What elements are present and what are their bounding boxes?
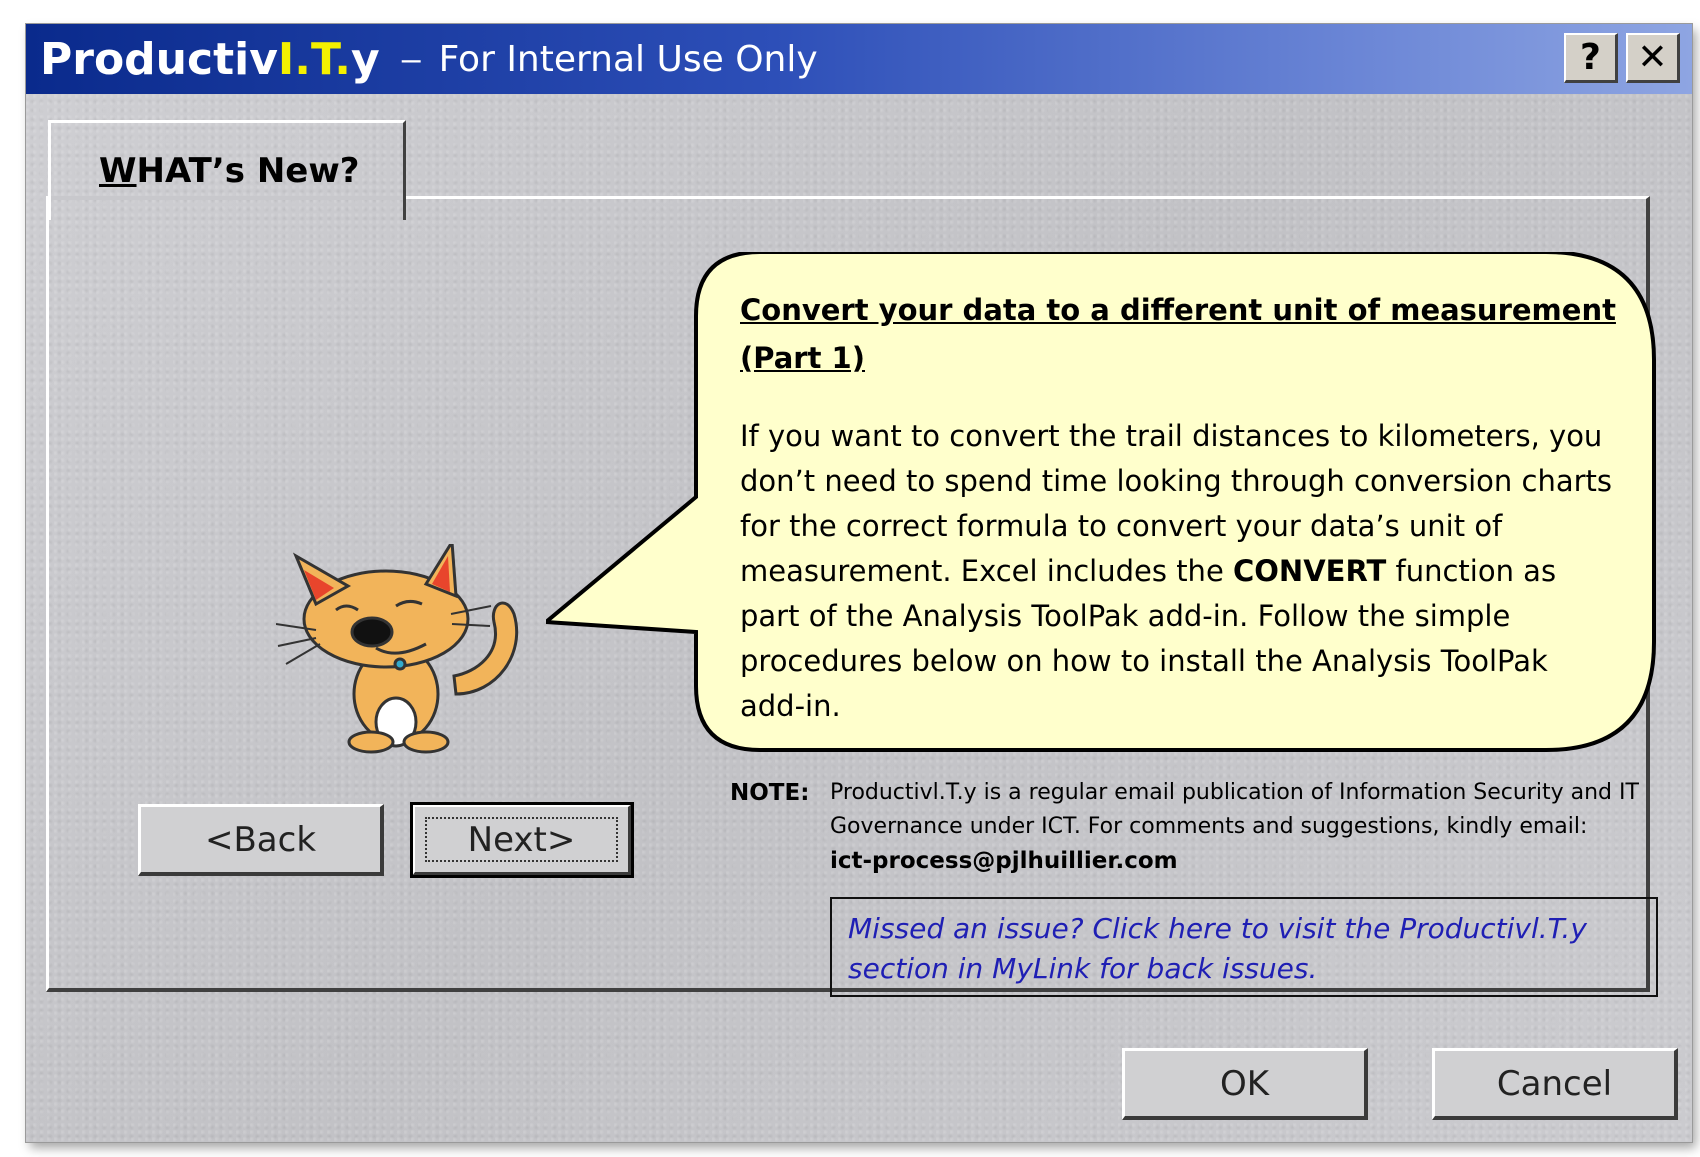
cancel-button-label: Cancel	[1496, 1063, 1613, 1104]
back-button-label: <Back	[204, 819, 317, 860]
brand-suffix: y	[351, 33, 380, 85]
bubble-body: If you want to convert the trail distanc…	[740, 414, 1620, 729]
brand-logo: ProductivI.T.y	[40, 34, 380, 85]
brand-prefix: Productiv	[40, 33, 278, 85]
back-button[interactable]: <Back	[138, 804, 384, 876]
bubble-heading: Convert your data to a different unit of…	[740, 293, 1616, 375]
tab-whats-new[interactable]: WHAT’s New?	[48, 120, 406, 220]
help-icon: ?	[1580, 37, 1601, 78]
close-button[interactable]: ✕	[1626, 33, 1680, 83]
focus-ring	[425, 817, 618, 862]
note-email[interactable]: ict-process@pjlhuillier.com	[830, 848, 1178, 874]
cancel-button[interactable]: Cancel	[1432, 1048, 1678, 1120]
dialog-window: ProductivI.T.y – For Internal Use Only ?…	[26, 24, 1692, 1142]
app-title: ProductivI.T.y – For Internal Use Only	[40, 32, 818, 86]
title-bar: ProductivI.T.y – For Internal Use Only ?…	[26, 24, 1692, 94]
note-body: Productivl.T.y is a regular email public…	[830, 780, 1639, 839]
bubble-body-bold: CONVERT	[1233, 554, 1387, 588]
note-text: Productivl.T.y is a regular email public…	[830, 776, 1658, 879]
ok-button[interactable]: OK	[1122, 1048, 1368, 1120]
back-issues-link[interactable]: Missed an issue? Click here to visit the…	[830, 897, 1658, 997]
ok-button-label: OK	[1219, 1063, 1270, 1104]
help-button[interactable]: ?	[1564, 33, 1618, 83]
close-icon: ✕	[1637, 37, 1668, 78]
tab-label-rest: HAT’s New?	[136, 151, 360, 191]
next-button[interactable]: Next>	[410, 802, 634, 878]
cat-mascot-icon	[276, 544, 519, 754]
brand-highlight-2: T.	[310, 33, 352, 85]
tab-label: WHAT’s New?	[99, 151, 359, 191]
brand-highlight-1: I.	[277, 33, 311, 85]
note-label: NOTE:	[730, 780, 810, 806]
bubble-content: Convert your data to a different unit of…	[740, 286, 1620, 729]
tab-label-accel: W	[99, 151, 137, 191]
window-subtitle: For Internal Use Only	[438, 38, 818, 80]
title-separator: –	[401, 39, 421, 78]
